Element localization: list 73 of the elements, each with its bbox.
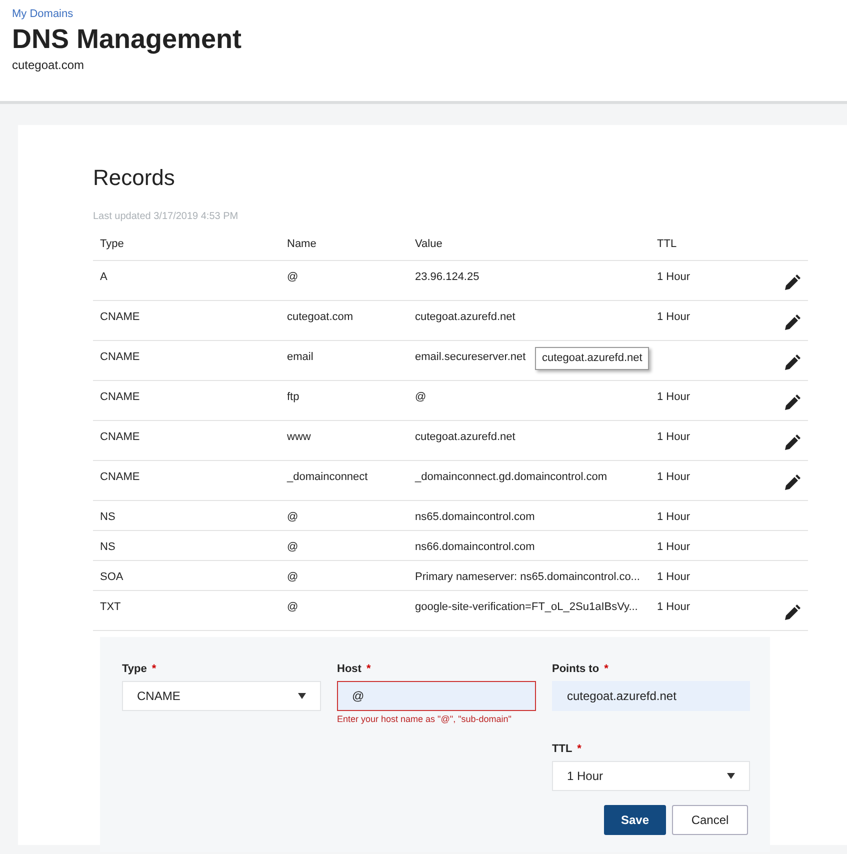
table-cell: www (287, 430, 311, 443)
required-mark: * (604, 662, 608, 675)
table-cell: 1 Hour (657, 470, 690, 483)
table-cell: CNAME (100, 470, 140, 483)
table-cell: 1 Hour (657, 390, 690, 403)
table-cell: @ (287, 510, 298, 523)
table-cell: @ (287, 600, 298, 613)
input-field[interactable]: @ (337, 681, 536, 712)
page-title: DNS Management (12, 22, 243, 56)
caret-icon (298, 693, 306, 700)
table-cell: 23.96.124.25 (415, 270, 480, 283)
table-cell: SOA (100, 570, 124, 583)
edit-icon[interactable] (783, 474, 801, 492)
table-cell: _domainconnect (287, 470, 368, 483)
table-cell: CNAME (100, 350, 140, 363)
edit-icon[interactable] (783, 434, 801, 452)
field-label: Host (337, 662, 362, 675)
field-label: Type (122, 662, 147, 675)
table-cell: NS (100, 540, 116, 553)
table-cell: 1 Hour (657, 430, 690, 443)
table-cell: A (100, 270, 108, 283)
field-label: Points to (552, 662, 600, 675)
table-cell: @ (287, 540, 298, 553)
tooltip: cutegoat.azurefd.net (535, 347, 650, 370)
edit-icon[interactable] (783, 604, 801, 622)
table-cell: CNAME (100, 310, 140, 323)
domain-name: cutegoat.com (12, 57, 86, 74)
table-cell: @ (415, 390, 426, 403)
table-cell: @ (287, 270, 298, 283)
required-mark: * (366, 662, 371, 675)
section-title: Records (93, 165, 176, 192)
table-cell: cutegoat.azurefd.net (415, 310, 516, 323)
table-cell: email (287, 350, 314, 363)
table-cell: google-site-verification=FT_oL_2Su1aIBsVy... (415, 600, 638, 613)
column-header: TTL (657, 238, 677, 250)
table-cell: cutegoat.azurefd.net (415, 430, 516, 443)
cancel-button[interactable]: Cancel (672, 805, 748, 836)
last-updated: Last updated 3/17/2019 4:53 PM (93, 210, 240, 224)
table-cell: NS (100, 510, 116, 523)
select-field[interactable]: 1 Hour (552, 761, 750, 792)
required-mark: * (152, 662, 156, 675)
column-header: Name (287, 238, 316, 250)
error-message: Enter your host name as "@", "sub-domain" (337, 713, 512, 726)
table-cell: @ (287, 570, 298, 583)
breadcrumb-link[interactable]: My Domains (12, 8, 74, 20)
table-cell: ns66.domaincontrol.com (415, 540, 535, 553)
table-cell: 1 Hour (657, 540, 690, 553)
table-cell: ns65.domaincontrol.com (415, 510, 535, 523)
edit-icon[interactable] (783, 394, 801, 412)
table-cell: TXT (100, 600, 121, 613)
table-cell: Primary nameserver: ns65.domaincontrol.co... (415, 570, 640, 583)
table-cell: CNAME (100, 430, 140, 443)
table-cell: _domainconnect.gd.domaincontrol.com (415, 470, 608, 483)
table-cell: ftp (287, 390, 300, 403)
table-cell: 1 Hour (657, 570, 690, 583)
edit-icon[interactable] (783, 354, 801, 372)
select-field[interactable]: CNAME (122, 681, 321, 712)
save-button[interactable]: Save (604, 805, 666, 836)
column-header: Value (415, 238, 442, 250)
field-label: TTL (552, 742, 572, 755)
caret-icon (727, 773, 735, 780)
required-mark: * (577, 742, 582, 755)
table-cell: 1 Hour (657, 270, 690, 283)
column-header: Type (100, 238, 124, 250)
input-field[interactable]: cutegoat.azurefd.net (552, 681, 750, 712)
table-cell: email.secureserver.net (415, 350, 526, 363)
edit-icon[interactable] (783, 274, 801, 292)
table-cell: 1 Hour (657, 510, 690, 523)
table-cell: 1 Hour (657, 310, 690, 323)
table-cell: CNAME (100, 390, 140, 403)
table-cell: 1 Hour (657, 600, 690, 613)
table-cell: cutegoat.com (287, 310, 354, 323)
edit-icon[interactable] (783, 314, 801, 332)
